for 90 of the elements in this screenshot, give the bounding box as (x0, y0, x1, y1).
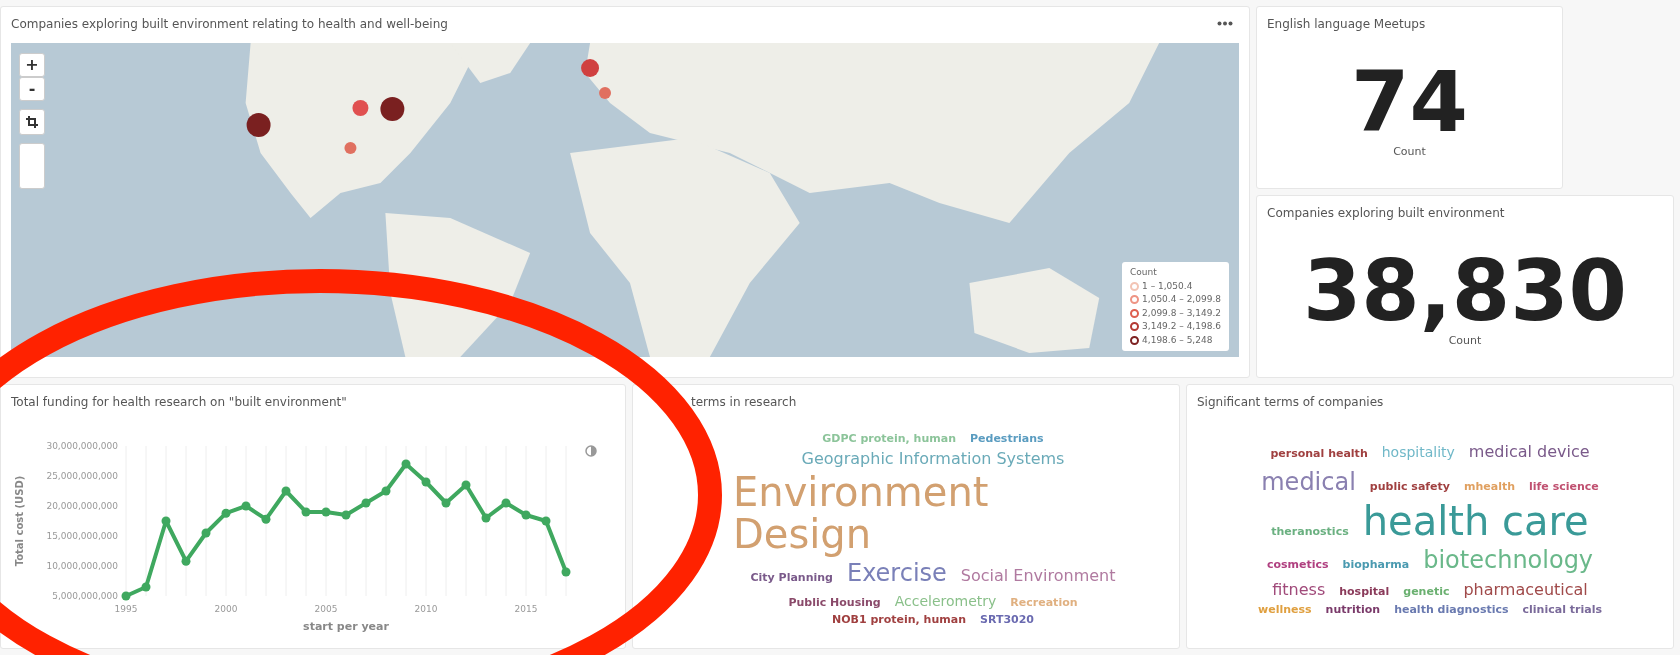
panel-title: Significant terms of companies (1196, 394, 1385, 411)
data-point (321, 507, 331, 517)
cloud-word: Recreation (1010, 595, 1078, 611)
data-point (541, 516, 551, 526)
zoom-in-button[interactable]: + (19, 53, 45, 77)
x-axis-label: start per year (303, 620, 389, 633)
legend-label: 3,149.2 – 4,198.6 (1142, 320, 1221, 333)
cloud-word: clinical trials (1522, 602, 1602, 619)
y-axis-label: Total cost (USD) (14, 475, 25, 567)
cloud-word: SRT3020 (980, 612, 1034, 628)
data-point (201, 528, 211, 538)
y-tick-label: 30,000,000,000 (46, 441, 118, 451)
data-point (361, 498, 371, 508)
data-point (341, 510, 351, 520)
cloud-word: hospital (1339, 584, 1390, 601)
metric-value: 38,830 (1302, 249, 1628, 334)
data-point (501, 498, 511, 508)
y-tick-label: 25,000,000,000 (46, 471, 118, 481)
cloud-word: City Planning (750, 570, 833, 586)
cloud-word: medical (1261, 467, 1356, 499)
y-tick-label: 15,000,000,000 (46, 531, 118, 541)
x-tick-label: 1995 (114, 604, 138, 614)
cloud-word: public safety (1369, 479, 1450, 496)
cloud-word: medical device (1468, 441, 1590, 464)
cloud-word: genetic (1403, 584, 1450, 601)
cloud-word: Exercise (846, 558, 947, 589)
metric-label: Count (1393, 144, 1426, 161)
zoom-out-button[interactable]: - (19, 77, 45, 101)
legend-label: 4,198.6 – 5,248 (1142, 333, 1213, 347)
panel-title: Companies exploring built environment relating to health and well-being (10, 16, 449, 33)
panel-title: Total funding for health research on "built environment" (10, 394, 348, 411)
cloud-word: life science (1529, 479, 1599, 496)
cloud-word: hospitality (1381, 443, 1455, 463)
data-point (561, 567, 571, 577)
cloud-word: Social Environment (960, 565, 1116, 587)
data-point (421, 477, 431, 487)
data-point (481, 513, 491, 523)
x-tick-label: 2010 (414, 604, 438, 614)
cloud-word: NOB1 protein, human (832, 612, 966, 628)
data-point (521, 510, 531, 520)
x-tick-label: 2000 (214, 604, 238, 614)
cloud-word: Environment Design (733, 471, 990, 555)
cloud-word: Accelerometry (894, 592, 997, 611)
metric-value: 74 (1351, 60, 1468, 145)
cloud-word: biotechnology (1423, 545, 1594, 577)
y-tick-label: 20,000,000,000 (46, 501, 118, 511)
data-point (381, 486, 391, 496)
data-point (221, 508, 231, 518)
cloud-word: nutrition (1325, 602, 1381, 619)
cloud-word: theranostics (1271, 524, 1349, 541)
cloud-word: cosmetics (1266, 557, 1329, 574)
legend-label: 1,050.4 – 2,099.8 (1142, 293, 1221, 306)
data-point (281, 486, 291, 496)
cloud-word: GDPC protein, human (822, 430, 956, 447)
panel-title: Companies exploring built environment (1266, 205, 1506, 222)
cloud-word: Public Housing (788, 595, 881, 611)
cloud-word: Geographic Information Systems (801, 448, 1065, 470)
cloud-word: fitness (1272, 579, 1326, 602)
cloud-word: mhealth (1464, 479, 1516, 496)
data-point (241, 501, 251, 511)
legend-toggle-icon[interactable] (585, 445, 597, 457)
crop-icon (26, 116, 38, 128)
data-point (121, 591, 131, 601)
cloud-word: health diagnostics (1394, 602, 1509, 619)
metric-label: Count (1448, 333, 1482, 350)
legend-label: 1 – 1,050.4 (1142, 279, 1193, 293)
cloud-word: pharmaceutical (1463, 579, 1588, 602)
cloud-word: Pedestrians (970, 430, 1044, 447)
data-point (141, 582, 151, 592)
cloud-word: health care (1362, 500, 1589, 543)
legend-label: 2,099.8 – 3,149.2 (1142, 306, 1221, 320)
x-tick-label: 2005 (314, 604, 338, 614)
cloud-word: personal health (1270, 446, 1368, 463)
cloud-word: biopharma (1342, 557, 1410, 574)
panel-title: English language Meetups (1266, 16, 1427, 33)
y-tick-label: 5,000,000,000 (52, 591, 118, 601)
data-point (161, 516, 171, 526)
cloud-word: wellness (1258, 602, 1312, 619)
data-point (261, 514, 271, 524)
data-point (181, 556, 191, 566)
legend-title: Count (1130, 266, 1158, 279)
data-point (461, 480, 471, 490)
options-icon[interactable] (1217, 21, 1233, 26)
y-tick-label: 10,000,000,000 (46, 561, 118, 571)
data-point (441, 498, 451, 508)
panel-title: terms in research (690, 394, 798, 411)
data-point (401, 459, 411, 469)
x-tick-label: 2015 (514, 604, 538, 614)
crop-button[interactable] (19, 109, 45, 135)
data-point (301, 507, 311, 517)
